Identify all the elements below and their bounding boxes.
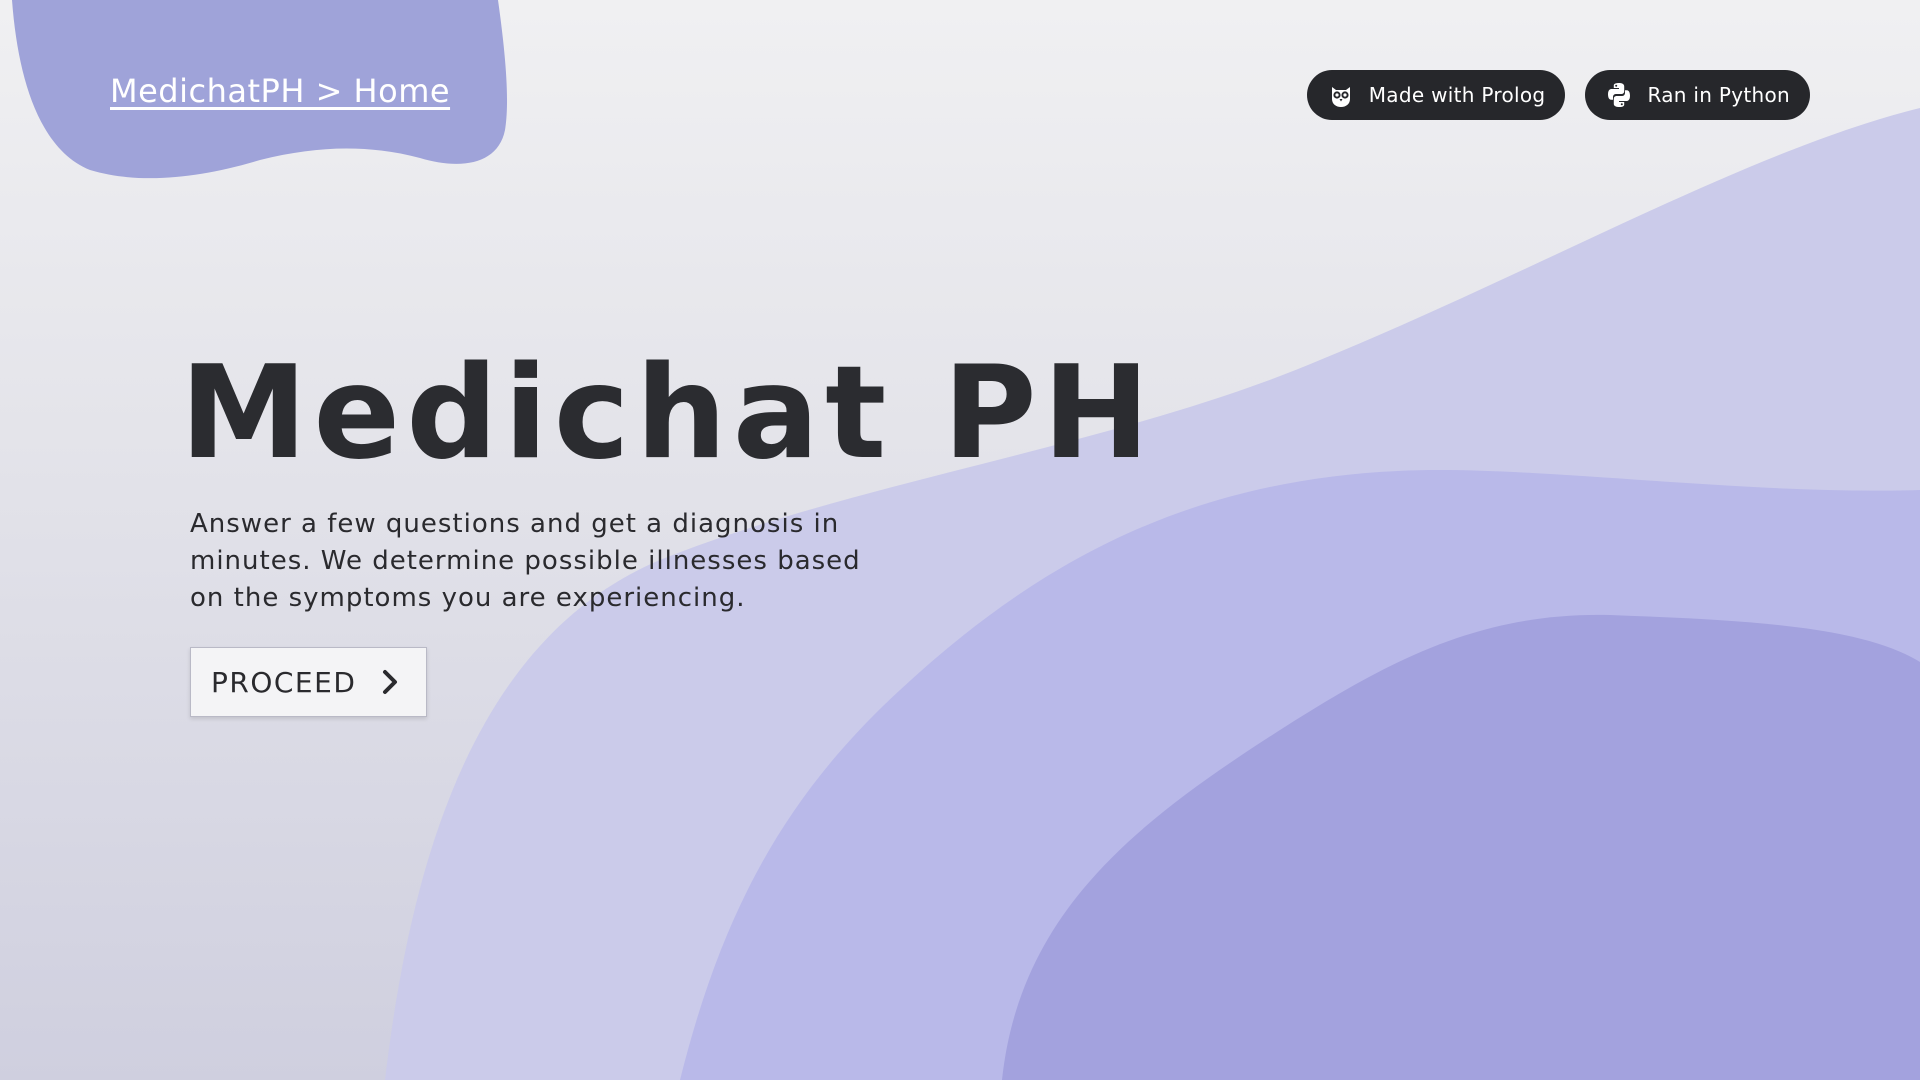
python-icon <box>1605 81 1633 109</box>
tech-badges: Made with Prolog Ran in Python <box>1306 70 1810 120</box>
prolog-badge-label: Made with Prolog <box>1368 83 1546 107</box>
chevron-right-icon <box>378 668 402 696</box>
hero-section: Medichat PH Answer a few questions and g… <box>180 350 1156 717</box>
python-badge[interactable]: Ran in Python <box>1585 70 1810 120</box>
breadcrumb[interactable]: MedichatPH > Home <box>110 72 450 110</box>
page-title: Medichat PH <box>180 339 1156 488</box>
python-badge-label: Ran in Python <box>1647 83 1790 107</box>
owl-icon <box>1327 81 1355 109</box>
prolog-badge[interactable]: Made with Prolog <box>1306 70 1566 120</box>
proceed-button-label: PROCEED <box>211 665 357 699</box>
hero-description: Answer a few questions and get a diagnos… <box>190 509 861 613</box>
proceed-button[interactable]: PROCEED <box>190 647 428 717</box>
